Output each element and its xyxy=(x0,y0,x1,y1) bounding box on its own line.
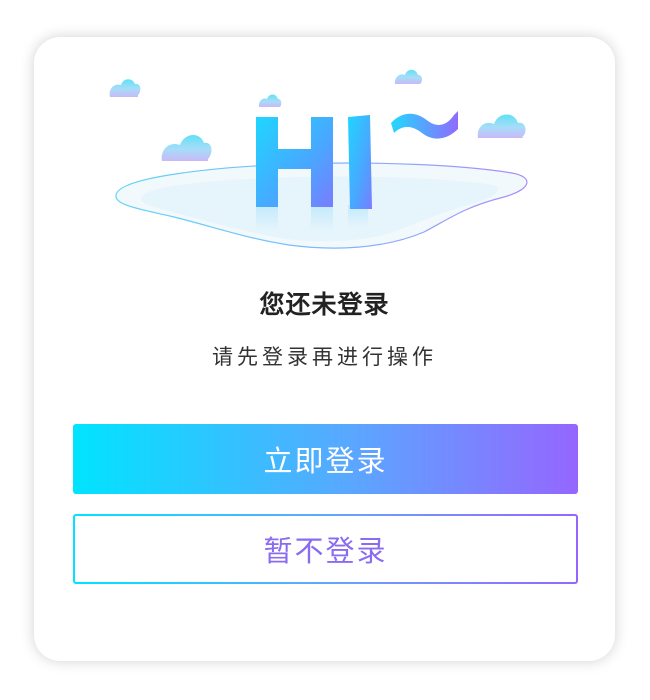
not-now-button[interactable]: 暂不登录 xyxy=(73,514,578,584)
cloud-icon xyxy=(161,134,212,161)
letter-i-shape xyxy=(348,115,372,209)
tilde-shape xyxy=(391,111,458,139)
not-now-button-label: 暂不登录 xyxy=(263,534,388,568)
hi-illustration xyxy=(109,69,528,249)
cloud-icon xyxy=(477,114,526,138)
cloud-icon xyxy=(394,69,423,84)
dialog-title: 您还未登录 xyxy=(259,290,390,319)
login-now-button[interactable]: 立即登录 xyxy=(73,424,578,494)
dialog-subtitle: 请先登录再进行操作 xyxy=(212,345,437,369)
cloud-icon xyxy=(258,94,282,107)
login-prompt-dialog: 您还未登录 请先登录再进行操作 立即登录 暂不登录 xyxy=(34,37,615,661)
cloud-icon xyxy=(109,79,141,97)
